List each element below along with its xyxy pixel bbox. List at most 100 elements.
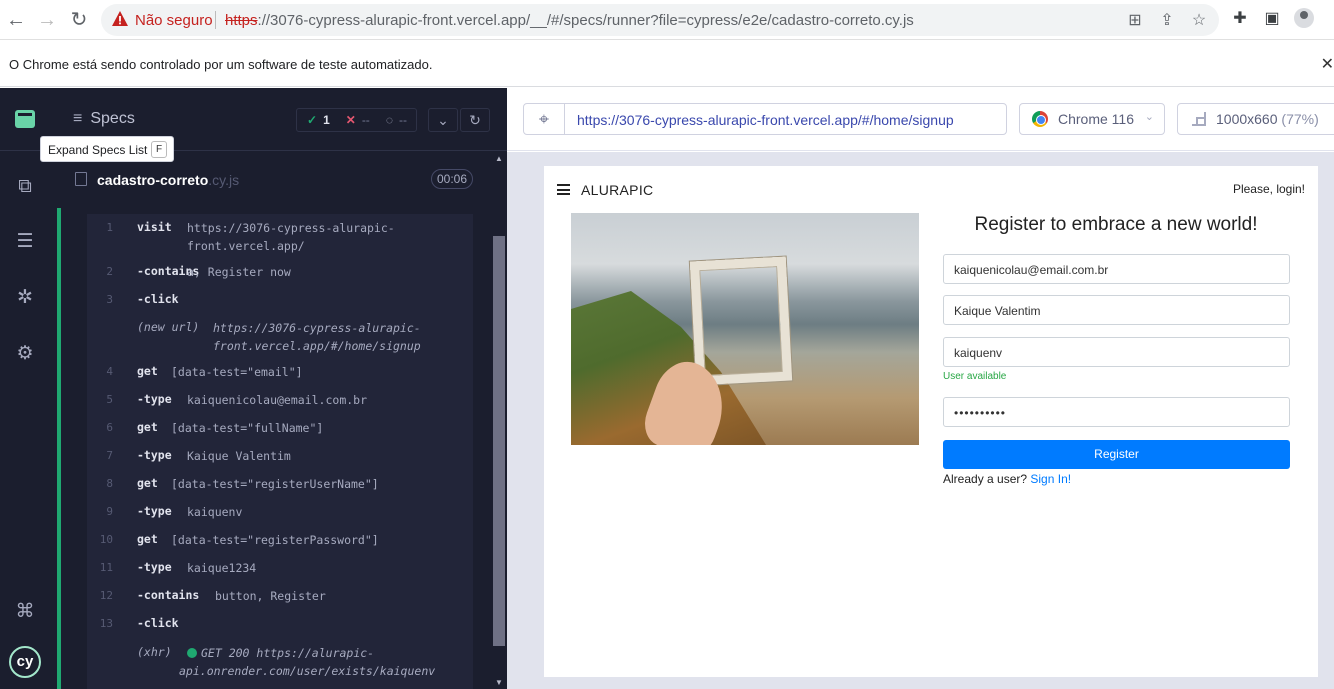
selector-playground-crosshair-icon[interactable]: ⌖ bbox=[523, 103, 565, 135]
aut-header: ⌖ https://3076-cypress-alurapic-front.ve… bbox=[507, 88, 1334, 151]
warning-icon bbox=[112, 11, 128, 26]
scroll-up-icon[interactable]: ▲ bbox=[493, 154, 505, 163]
bookmark-star-icon[interactable]: ☆ bbox=[1189, 10, 1209, 30]
email-field[interactable]: kaiquenicolau@email.com.br bbox=[943, 254, 1290, 284]
app-brand[interactable]: ALURAPIC bbox=[581, 182, 653, 198]
already-user-text: Already a user? Sign In! bbox=[943, 472, 1071, 486]
address-bar[interactable]: Não seguro https://3076-cypress-alurapic… bbox=[101, 4, 1219, 36]
file-icon bbox=[75, 172, 87, 186]
command-row[interactable]: 7 -type Kaique Valentim bbox=[87, 448, 473, 466]
command-message: Kaique Valentim bbox=[187, 449, 291, 463]
command-row[interactable]: 3 -click bbox=[87, 292, 473, 310]
back-arrow-icon[interactable]: ← bbox=[4, 8, 28, 32]
cypress-logo-icon[interactable]: cy bbox=[9, 646, 41, 678]
username-available-message: User available bbox=[943, 371, 1007, 382]
hamburger-menu-icon[interactable] bbox=[557, 184, 570, 195]
command-log-panel: ≡ Specs ✓ 1 ✕ -- ◌ -- ⌄ ↻ cadastro-corre… bbox=[57, 88, 507, 689]
command-name: visit bbox=[137, 220, 172, 234]
not-secure-label[interactable]: Não seguro bbox=[135, 12, 213, 29]
aut-url[interactable]: https://3076-cypress-alurapic-front.verc… bbox=[564, 103, 1007, 135]
runs-nav-icon[interactable]: ☰ bbox=[12, 229, 38, 255]
spec-file-name: cadastro-correto bbox=[97, 172, 209, 188]
rerun-icon[interactable]: ↻ bbox=[460, 108, 490, 132]
share-icon[interactable]: ⇪ bbox=[1157, 10, 1177, 30]
command-name: -click bbox=[137, 616, 179, 630]
reload-icon[interactable]: ↻ bbox=[67, 8, 91, 32]
command-name: get bbox=[137, 420, 158, 434]
test-passed-indicator bbox=[57, 208, 61, 689]
command-number: 1 bbox=[106, 221, 113, 234]
command-message: button, Register bbox=[215, 589, 326, 603]
command-number: 5 bbox=[106, 393, 113, 406]
command-row[interactable]: 10 get [data-test="registerPassword"] bbox=[87, 532, 473, 550]
omnibox-actions: ⊞ ⇪ ☆ bbox=[1125, 10, 1209, 30]
command-row[interactable]: 13 -click bbox=[87, 616, 473, 634]
browser-selector[interactable]: Chrome 116 ⌄ bbox=[1019, 103, 1165, 135]
command-row[interactable]: 12 -contains button, Register bbox=[87, 588, 473, 606]
chrome-logo-icon bbox=[1032, 111, 1048, 127]
register-button[interactable]: Register bbox=[943, 440, 1290, 469]
command-message: a, Register now bbox=[187, 265, 291, 279]
already-user-label: Already a user? bbox=[943, 472, 1028, 486]
command-row[interactable]: 2 -contains a, Register now bbox=[87, 264, 473, 282]
shortcut-key: F bbox=[151, 141, 167, 158]
translate-icon[interactable]: ⊞ bbox=[1125, 10, 1145, 30]
command-row[interactable]: 9 -type kaiquenv bbox=[87, 504, 473, 522]
command-number: 7 bbox=[106, 449, 113, 462]
command-row[interactable]: 8 get [data-test="registerUserName"] bbox=[87, 476, 473, 494]
extensions-icon[interactable]: ✚ bbox=[1230, 8, 1250, 30]
command-row[interactable]: 5 -type kaiquenicolau@email.com.br bbox=[87, 392, 473, 410]
command-number: 4 bbox=[106, 365, 113, 378]
debug-bug-icon[interactable]: ✲ bbox=[12, 285, 38, 311]
url-scheme: https bbox=[225, 12, 258, 29]
command-row[interactable]: 11 -type kaique1234 bbox=[87, 560, 473, 578]
command-number: 8 bbox=[106, 477, 113, 490]
specs-nav-icon[interactable]: ⧉ bbox=[12, 174, 38, 200]
expand-specs-tooltip: Expand Specs List F bbox=[40, 136, 174, 162]
command-row[interactable]: 1 visit https://3076-cypress-alurapic-fr… bbox=[87, 220, 473, 256]
command-message: [data-test="registerUserName"] bbox=[171, 477, 379, 491]
status-dot-icon bbox=[187, 648, 197, 658]
viewport-info[interactable]: 1000x660 (77%) bbox=[1177, 103, 1334, 135]
failed-count: -- bbox=[361, 113, 370, 127]
password-field[interactable]: •••••••••• bbox=[943, 397, 1290, 427]
forward-arrow-icon[interactable]: → bbox=[35, 8, 59, 32]
scroll-thumb[interactable] bbox=[493, 236, 505, 646]
viewport-zoom: (77%) bbox=[1281, 111, 1319, 127]
specs-toggle[interactable]: ≡ Specs bbox=[73, 110, 135, 128]
full-name-field[interactable]: Kaique Valentim bbox=[943, 295, 1290, 325]
specs-list-icon: ≡ bbox=[73, 110, 83, 127]
event-label: (xhr) bbox=[137, 645, 172, 659]
xhr-event[interactable]: (xhr) GET 200 https://alurapic-api.onren… bbox=[87, 644, 473, 680]
failed-x-icon: ✕ bbox=[345, 113, 356, 127]
chevron-down-icon[interactable]: ⌄ bbox=[428, 108, 458, 132]
omnibox-divider bbox=[215, 11, 216, 29]
spec-file-ext: .cy.js bbox=[208, 172, 240, 188]
sign-in-link[interactable]: Sign In! bbox=[1030, 472, 1071, 486]
command-message: [data-test="fullName"] bbox=[171, 421, 324, 435]
username-field[interactable]: kaiquenv bbox=[943, 337, 1290, 367]
scroll-down-icon[interactable]: ▼ bbox=[493, 678, 505, 687]
command-row[interactable]: 6 get [data-test="fullName"] bbox=[87, 420, 473, 438]
command-name: -type bbox=[137, 448, 172, 462]
command-number: 9 bbox=[106, 505, 113, 518]
command-name: get bbox=[137, 364, 158, 378]
app-under-test: ALURAPIC Please, login! Register to embr… bbox=[544, 166, 1318, 677]
cypress-side-nav: ⧉ ☰ ✲ ⚙ ⌘ cy bbox=[0, 88, 57, 689]
automation-notice: O Chrome está sendo controlado por um so… bbox=[9, 57, 433, 72]
command-message: kaique1234 bbox=[187, 561, 257, 575]
project-icon[interactable] bbox=[15, 110, 35, 128]
command-row[interactable]: 4 get [data-test="email"] bbox=[87, 364, 473, 382]
close-icon[interactable]: ✕ bbox=[1321, 54, 1334, 74]
new-url-event[interactable]: (new url) https://3076-cypress-alurapic-… bbox=[87, 318, 473, 354]
reporter-scrollbar[interactable]: ▲ ▼ bbox=[493, 152, 505, 689]
profile-avatar[interactable] bbox=[1294, 8, 1314, 30]
command-name: -contains bbox=[137, 588, 200, 602]
url-text[interactable]: https://3076-cypress-alurapic-front.verc… bbox=[225, 12, 914, 29]
command-number: 11 bbox=[99, 561, 113, 574]
settings-gear-icon[interactable]: ⚙ bbox=[12, 341, 38, 367]
event-label: (new url) bbox=[137, 320, 200, 334]
side-panel-icon[interactable]: ▣ bbox=[1262, 8, 1282, 30]
keyboard-shortcuts-icon[interactable]: ⌘ bbox=[12, 599, 38, 625]
chevron-down-icon: ⌄ bbox=[1144, 111, 1154, 123]
